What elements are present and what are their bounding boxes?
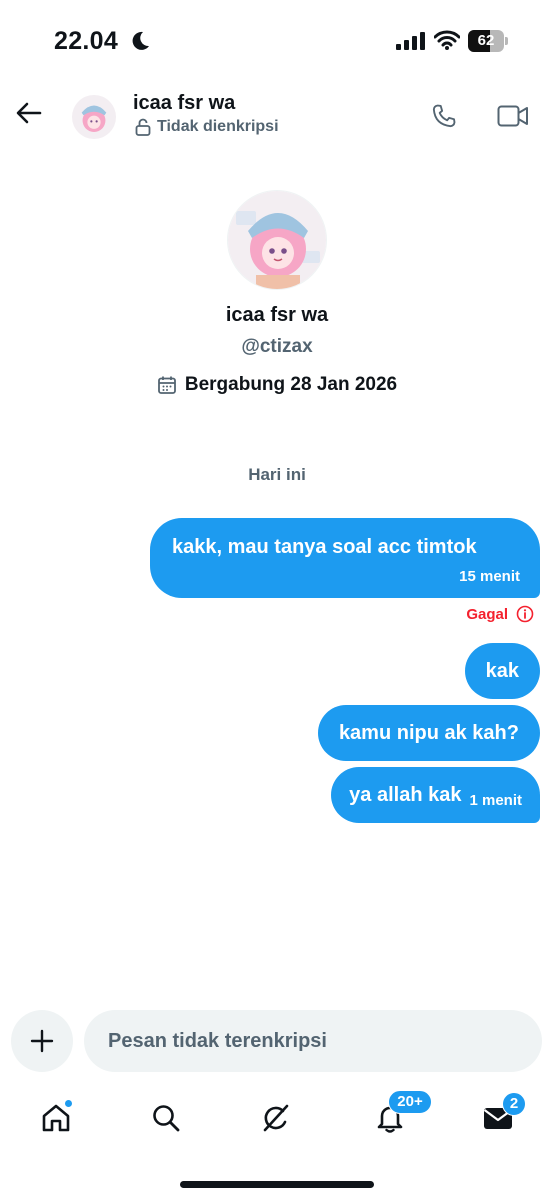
unlock-icon xyxy=(135,118,151,136)
encryption-status-label: Tidak dienkripsi xyxy=(157,118,279,135)
message-time: 1 menit xyxy=(469,792,522,809)
contact-avatar[interactable] xyxy=(72,95,116,139)
calendar-icon xyxy=(157,376,176,394)
unread-dot xyxy=(64,1099,73,1108)
contact-name[interactable]: icaa fsr wa xyxy=(133,92,235,115)
moon-icon xyxy=(132,31,149,50)
status-time: 22.04 xyxy=(54,27,119,55)
grok-icon xyxy=(263,1104,289,1132)
encryption-status: Tidak dienkripsi xyxy=(135,118,279,136)
video-call-button[interactable] xyxy=(494,98,532,134)
message-composer xyxy=(84,1010,542,1072)
video-camera-icon xyxy=(497,105,528,127)
info-icon xyxy=(516,605,534,623)
avatar-image xyxy=(228,191,326,289)
chat-header: icaa fsr wa Tidak dienkripsi xyxy=(0,80,554,152)
profile-name: icaa fsr wa xyxy=(225,304,329,326)
joined-date: Bergabung 28 Jan 2026 xyxy=(0,374,554,396)
nav-grok[interactable] xyxy=(254,1096,298,1140)
search-icon xyxy=(153,1105,180,1132)
message-bubble[interactable]: kamu nipu ak kah? xyxy=(317,705,540,761)
nav-messages[interactable]: 2 xyxy=(476,1092,526,1140)
message-bubble[interactable]: kakk, mau tanya soal acc timtok 15 menit xyxy=(150,518,540,598)
phone-icon xyxy=(432,104,456,128)
message-bubble[interactable]: ya allah kak 1 menit xyxy=(331,767,540,823)
battery-level: 62 xyxy=(477,32,495,49)
status-bar: 22.04 62 xyxy=(0,0,554,80)
message-bubble[interactable]: kak xyxy=(464,643,540,699)
cellular-signal-icon xyxy=(396,32,425,50)
arrow-left-icon xyxy=(16,102,42,124)
avatar-image xyxy=(72,95,116,139)
bottom-navigation: 20+ 2 xyxy=(0,1088,554,1148)
message-input[interactable] xyxy=(84,1010,542,1072)
nav-home[interactable] xyxy=(34,1096,78,1140)
profile-avatar[interactable] xyxy=(227,190,327,290)
joined-date-label: Bergabung 28 Jan 2026 xyxy=(184,374,398,395)
failed-label: Gagal xyxy=(466,605,508,623)
wifi-icon xyxy=(434,30,460,50)
nav-notifications[interactable]: 20+ xyxy=(368,1090,432,1140)
nav-search[interactable] xyxy=(144,1096,188,1140)
message-time: 15 menit xyxy=(459,568,520,585)
message-text: kakk, mau tanya soal acc timtok xyxy=(172,536,477,558)
add-attachment-button[interactable] xyxy=(11,1010,73,1072)
back-button[interactable] xyxy=(12,96,46,130)
profile-handle: @ctizax xyxy=(241,336,313,357)
notifications-badge: 20+ xyxy=(388,1090,432,1114)
message-text: ya allah kak xyxy=(349,784,462,806)
message-text: kamu nipu ak kah? xyxy=(338,722,519,744)
message-text: kak xyxy=(485,660,519,682)
voice-call-button[interactable] xyxy=(426,98,462,134)
message-failed-status[interactable]: Gagal xyxy=(466,605,534,623)
battery-indicator: 62 xyxy=(468,30,508,52)
date-separator: Hari ini xyxy=(248,465,306,484)
home-indicator xyxy=(180,1181,374,1188)
plus-icon xyxy=(30,1029,54,1053)
messages-badge: 2 xyxy=(502,1092,526,1116)
